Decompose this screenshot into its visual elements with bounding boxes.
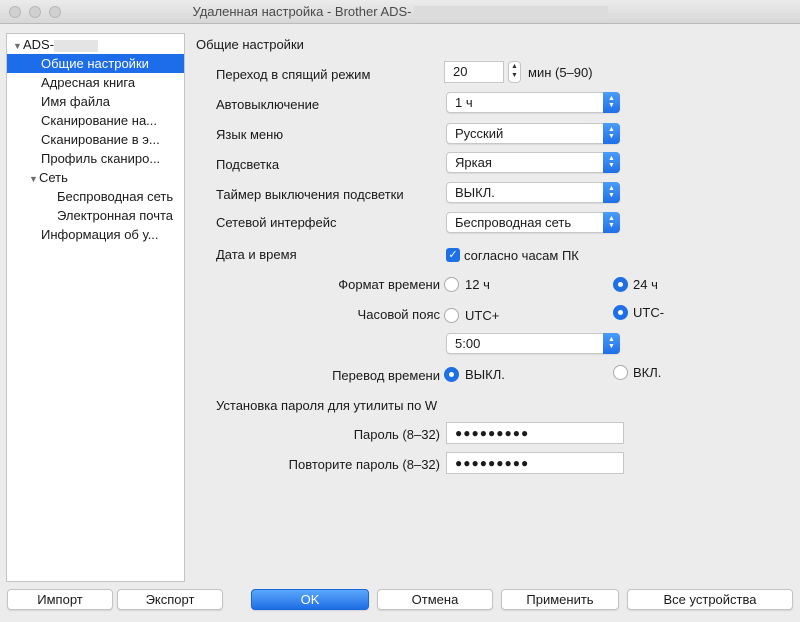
password-section-label: Установка пароля для утилиты по W [216,398,438,413]
datetime-label: Дата и время [216,247,297,262]
dst-on-radio[interactable] [613,365,628,380]
disclosure-triangle-icon[interactable]: ▼ [13,37,23,54]
tree-root[interactable]: ▼ADS- [7,35,184,54]
backlight-select[interactable]: Яркая ▲ ▼ [446,152,620,173]
time-format-12-label: 12 ч [465,277,490,292]
settings-tree[interactable]: ▼ADS- Общие настройки Адресная книга Имя… [6,33,185,582]
stepper-up-icon[interactable]: ▲ [509,62,520,71]
cancel-button[interactable]: Отмена [377,589,493,610]
tree-item-device-info[interactable]: Информация об у... [7,225,184,244]
stepper-down-icon[interactable]: ▼ [509,71,520,80]
timezone-minus-radio[interactable] [613,305,628,320]
sync-pc-label: согласно часам ПК [464,248,579,263]
interface-select[interactable]: Беспроводная сеть ▲ ▼ [446,212,620,233]
title-bar: Удаленная настройка - Brother ADS- [0,0,800,24]
time-format-label: Формат времени [338,277,440,292]
dst-label: Перевод времени [332,368,440,383]
dst-off-radio[interactable] [444,367,459,382]
checkmark-icon: ✓ [448,249,458,261]
ok-button[interactable]: OK [251,589,369,610]
auto-off-select[interactable]: 1 ч ▲ ▼ [446,92,620,113]
tree-item-address-book[interactable]: Адресная книга [7,73,184,92]
timezone-minus-label: UTC- [633,305,665,320]
section-title: Общие настройки [196,37,304,52]
backlight-timer-select[interactable]: ВЫКЛ. ▲ ▼ [446,182,620,203]
redacted-model [54,39,99,52]
language-select[interactable]: Русский ▲ ▼ [446,123,620,144]
dst-off-label: ВЫКЛ. [465,367,505,382]
tree-item-general[interactable]: Общие настройки [7,54,184,73]
redacted-model [413,6,608,20]
timezone-label: Часовой пояс [357,307,440,322]
dst-on-label: ВКЛ. [633,365,662,380]
import-button[interactable]: Импорт [7,589,113,610]
select-arrows-icon: ▲ ▼ [603,182,620,203]
sleep-stepper[interactable]: ▲ ▼ [508,61,521,83]
tree-item-network[interactable]: ▼Сеть [7,168,184,187]
password-field[interactable]: ●●●●●●●●● [446,422,624,444]
language-label: Язык меню [216,127,284,142]
select-arrows-icon: ▲ ▼ [603,152,620,173]
interface-label: Сетевой интерфейс [216,215,337,230]
password-label: Пароль (8–32) [353,427,440,442]
sleep-input[interactable]: 20 [444,61,504,83]
export-button[interactable]: Экспорт [117,589,223,610]
password-confirm-field[interactable]: ●●●●●●●●● [446,452,624,474]
time-format-24-label: 24 ч [633,277,658,292]
tree-item-file-name[interactable]: Имя файла [7,92,184,111]
password-confirm-label: Повторите пароль (8–32) [288,457,440,472]
auto-off-label: Автовыключение [216,97,320,112]
all-devices-button[interactable]: Все устройства [627,589,793,610]
select-arrows-icon: ▲ ▼ [603,212,620,233]
timezone-plus-radio[interactable] [444,308,459,323]
backlight-timer-label: Таймер выключения подсветки [216,187,404,202]
tree-item-scan-to[interactable]: Сканирование на... [7,111,184,130]
disclosure-triangle-icon[interactable]: ▼ [29,170,39,187]
time-format-12-radio[interactable] [444,277,459,292]
tree-item-scan-to-email[interactable]: Сканирование в э... [7,130,184,149]
timezone-plus-label: UTC+ [465,308,500,323]
sleep-label: Переход в спящий режим [216,67,371,82]
tree-item-wireless[interactable]: Беспроводная сеть [7,187,184,206]
select-arrows-icon: ▲ ▼ [603,92,620,113]
sleep-unit: мин (5–90) [528,65,593,80]
apply-button[interactable]: Применить [501,589,619,610]
tree-item-scan-profile[interactable]: Профиль сканиро... [7,149,184,168]
sync-pc-checkbox[interactable]: ✓ [446,248,460,262]
backlight-label: Подсветка [216,157,280,172]
select-arrows-icon: ▲ ▼ [603,123,620,144]
select-arrows-icon: ▲ ▼ [603,333,620,354]
time-format-24-radio[interactable] [613,277,628,292]
window-title: Удаленная настройка - Brother ADS- [0,4,800,20]
tree-item-email[interactable]: Электронная почта [7,206,184,225]
timezone-offset-select[interactable]: 5:00 ▲ ▼ [446,333,620,354]
